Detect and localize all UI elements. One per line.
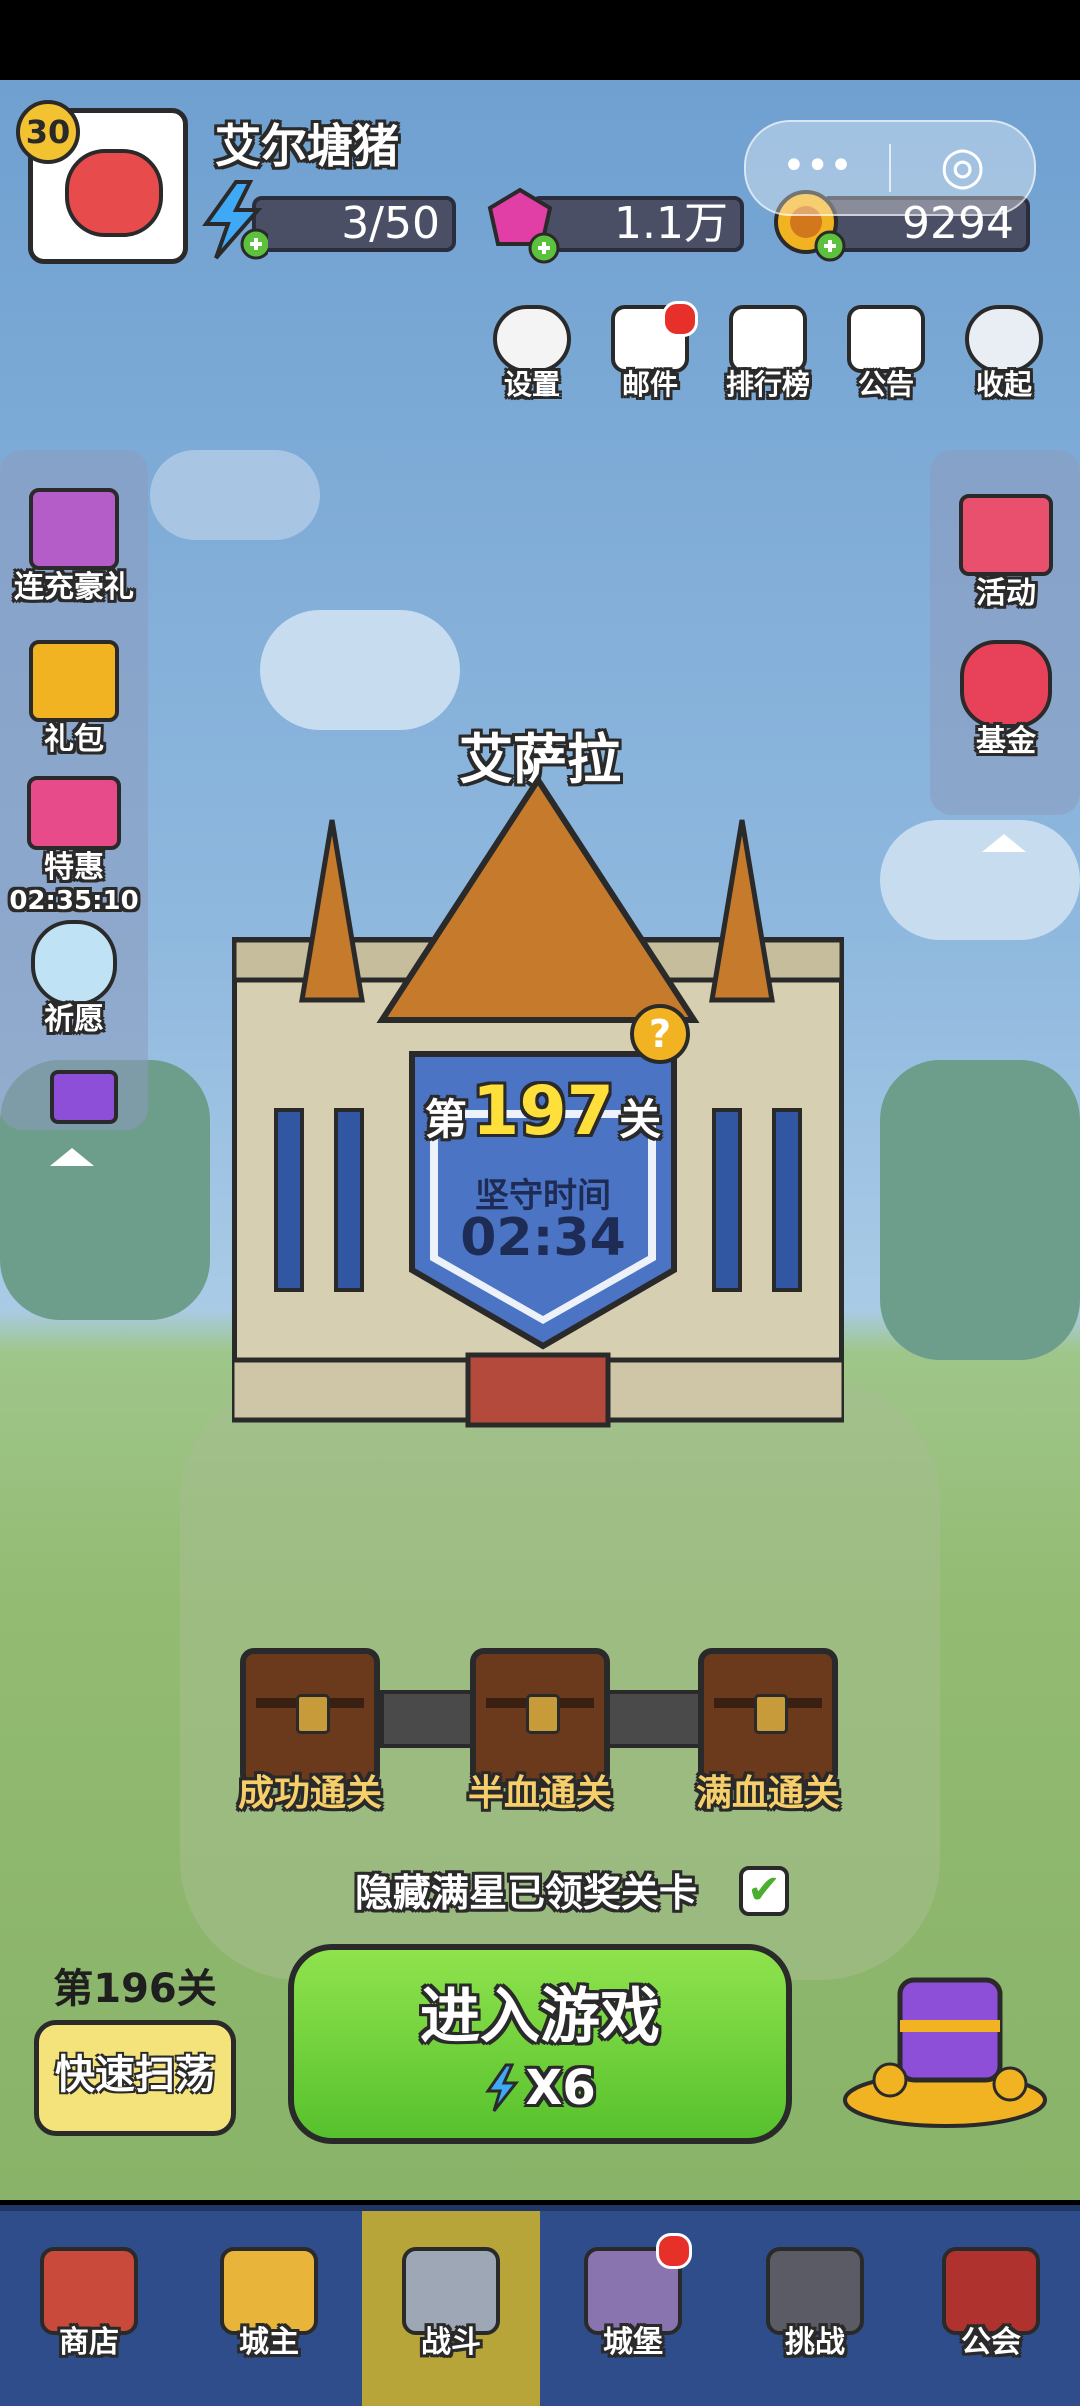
chest-full-hp[interactable]: 满血通关	[696, 1648, 840, 1814]
cloud	[260, 610, 460, 730]
nav-battle[interactable]: 战斗	[362, 2211, 540, 2406]
level-badge: 30	[16, 100, 80, 164]
sale-icon	[27, 776, 121, 850]
mini-program-capsule: ••• ◎	[744, 120, 1036, 216]
left-panel-expand-icon[interactable]	[50, 1148, 94, 1166]
hide-completed-toggle[interactable]: 隐藏满星已领奖关卡 ✔	[355, 1862, 795, 1922]
hold-time-value: 02:34	[460, 1208, 626, 1268]
event-button[interactable]: 活动	[936, 494, 1076, 614]
collapse-button[interactable]: 收起	[954, 305, 1054, 415]
package-icon	[29, 640, 119, 722]
crystal-icon[interactable]	[50, 1070, 118, 1124]
settings-button[interactable]: 设置	[482, 305, 582, 415]
gem-bar: 1.1万	[530, 196, 744, 252]
checkbox-checked-icon: ✔	[739, 1866, 789, 1916]
energy-value: 3/50	[341, 198, 440, 249]
nav-castle[interactable]: 城堡	[544, 2211, 722, 2406]
stage-number: 197	[472, 1072, 614, 1151]
wish-button[interactable]: 祈愿	[4, 920, 144, 1040]
treasure-pile-icon[interactable]	[840, 1960, 1050, 2130]
bottom-nav: 商店 城主 战斗 城堡 挑战 公会	[0, 2205, 1080, 2406]
recharge-gift-button[interactable]: 连充豪礼	[4, 488, 144, 608]
leaderboard-button[interactable]: 排行榜	[718, 305, 818, 415]
energy-bar: 3/50	[252, 196, 456, 252]
mail-button[interactable]: 邮件	[600, 301, 700, 415]
close-mini-program-button[interactable]: ◎	[891, 122, 1034, 214]
stage-banner[interactable]: 第 197 关 坚守时间 02:34	[408, 1050, 678, 1350]
gift-icon	[29, 488, 119, 570]
nav-shop[interactable]: 商店	[0, 2211, 178, 2406]
tree	[880, 1060, 1080, 1360]
nav-challenge[interactable]: 挑战	[726, 2211, 904, 2406]
chest-success[interactable]: 成功通关	[238, 1648, 382, 1814]
cloud	[150, 450, 320, 540]
castle-notification-dot	[656, 2233, 692, 2269]
more-button[interactable]: •••	[746, 122, 889, 214]
enter-game-button[interactable]: 进入游戏 X6	[288, 1944, 792, 2144]
offer-timer: 02:35:10	[9, 886, 139, 916]
special-offer-button[interactable]: 特惠 02:35:10	[4, 776, 144, 916]
package-button[interactable]: 礼包	[4, 640, 144, 757]
money-bag-icon	[960, 640, 1052, 728]
nav-guild[interactable]: 公会	[902, 2211, 1080, 2406]
announcement-button[interactable]: 公告	[836, 305, 936, 415]
help-question-icon[interactable]: ?	[630, 1004, 690, 1064]
energy-icon[interactable]	[198, 180, 272, 260]
sweep-stage-label: 第196关	[53, 1966, 217, 2012]
gem-icon[interactable]	[480, 184, 560, 264]
right-panel-collapse-icon[interactable]	[982, 834, 1026, 852]
energy-icon	[484, 2063, 520, 2113]
chest-half-hp[interactable]: 半血通关	[468, 1648, 612, 1814]
quick-sweep-button[interactable]: 快速扫荡	[34, 2020, 236, 2136]
player-name: 艾尔塘猪	[215, 119, 399, 173]
gem-value: 1.1万	[614, 198, 728, 249]
event-icon	[959, 494, 1053, 576]
cloud	[880, 820, 1080, 940]
nav-lord[interactable]: 城主	[180, 2211, 358, 2406]
mail-notification-dot	[662, 301, 698, 337]
pig-avatar-icon	[65, 149, 163, 237]
fund-button[interactable]: 基金	[936, 640, 1076, 760]
